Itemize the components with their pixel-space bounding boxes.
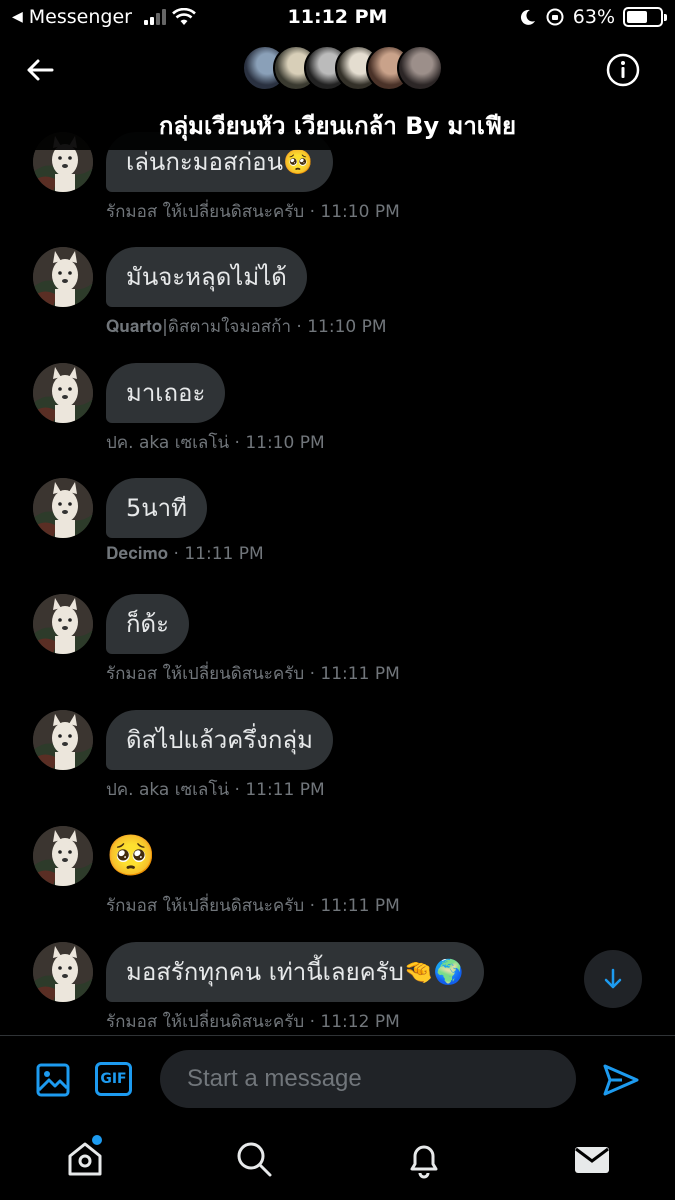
info-icon[interactable]	[605, 52, 641, 88]
sender-name: รักมอส ให้เปลี่ยนดิสนะครับ	[106, 664, 305, 684]
message-meta: 𝐃𝐞𝐜𝐢𝐦𝐨 · 11:11 PM	[106, 544, 264, 564]
sender-avatar[interactable]	[33, 478, 93, 538]
message-bubble[interactable]: มาเถอะ	[106, 363, 226, 423]
sender-avatar[interactable]	[33, 942, 93, 1002]
scroll-to-bottom-button[interactable]	[584, 950, 642, 1008]
meta-separator: ·	[229, 433, 246, 453]
sender-avatar[interactable]	[33, 710, 93, 770]
message-composer: GIF	[0, 1035, 675, 1125]
meta-separator: ·	[304, 896, 321, 916]
gif-button[interactable]: GIF	[95, 1062, 132, 1096]
message-time: 11:10 PM	[320, 202, 400, 222]
sender-name: ปค. aka เซเลโน่	[106, 780, 230, 800]
message-time: 11:10 PM	[307, 317, 387, 337]
home-notification-dot	[92, 1135, 102, 1145]
message-time: 11:12 PM	[320, 1012, 400, 1032]
sender-name: ปค. aka เซเลโน่	[106, 433, 230, 453]
meta-separator: ·	[304, 202, 321, 222]
conversation-title: กลุ่มเวียนหัว เวียนเกล้า By มาเฟีย	[158, 112, 517, 140]
message-time: 11:11 PM	[320, 664, 400, 684]
message-meta: ปค. aka เซเลโน่ · 11:10 PM	[106, 429, 325, 456]
message-meta: รักมอส ให้เปลี่ยนดิสนะครับ · 11:12 PM	[106, 1008, 400, 1035]
sender-name: รักมอส ให้เปลี่ยนดิสนะครับ	[106, 202, 305, 222]
sender-name: 𝐃𝐞𝐜𝐢𝐦𝐨	[106, 544, 169, 564]
message-bubble[interactable]: ดิสไปแล้วครึ่งกลุ่ม	[106, 710, 333, 770]
participant-avatar[interactable]	[397, 45, 443, 91]
message-meta: รักมอส ให้เปลี่ยนดิสนะครับ · 11:10 PM	[106, 198, 400, 225]
message-list[interactable]: เล่นกะมอสก่อน🥺 รักมอส ให้เปลี่ยนดิสนะครับ…	[0, 0, 675, 1035]
sender-name: 𝐐𝐮𝐚𝐫𝐭𝐨|ดิสตามใจมอสก้า	[106, 317, 292, 337]
message-meta: 𝐐𝐮𝐚𝐫𝐭𝐨|ดิสตามใจมอสก้า · 11:10 PM	[106, 313, 387, 340]
home-icon[interactable]	[65, 1139, 105, 1179]
sender-avatar[interactable]	[33, 594, 93, 654]
message-meta: ปค. aka เซเลโน่ · 11:11 PM	[106, 776, 325, 803]
sender-avatar[interactable]	[33, 247, 93, 307]
sender-name: รักมอส ให้เปลี่ยนดิสนะครับ	[106, 1012, 305, 1032]
message-meta: รักมอส ให้เปลี่ยนดิสนะครับ · 11:11 PM	[106, 660, 400, 687]
conversation-header: กลุ่มเวียนหัว เวียนเกล้า By มาเฟีย	[0, 36, 675, 150]
sender-avatar[interactable]	[33, 363, 93, 423]
send-icon[interactable]	[602, 1062, 640, 1098]
message-emoji[interactable]: 🥺	[106, 826, 156, 886]
meta-separator: ·	[229, 780, 246, 800]
image-icon[interactable]	[35, 1062, 71, 1098]
message-input[interactable]	[160, 1050, 576, 1108]
message-bubble[interactable]: 5นาที	[106, 478, 207, 538]
back-arrow-icon[interactable]	[22, 52, 58, 88]
sender-avatar[interactable]	[33, 826, 93, 886]
meta-separator: ·	[304, 664, 321, 684]
arrow-down-icon	[604, 968, 622, 989]
message-time: 11:11 PM	[245, 780, 325, 800]
participant-avatars[interactable]	[242, 45, 443, 91]
search-icon[interactable]	[234, 1139, 274, 1179]
message-time: 11:11 PM	[320, 896, 400, 916]
message-meta: รักมอส ให้เปลี่ยนดิสนะครับ · 11:11 PM	[106, 892, 400, 919]
message-time: 11:10 PM	[245, 433, 325, 453]
meta-separator: ·	[304, 1012, 321, 1032]
bottom-navigation	[0, 1125, 675, 1200]
message-bubble[interactable]: ก็ด้ะ	[106, 594, 190, 654]
bell-icon[interactable]	[404, 1139, 444, 1179]
message-time: 11:11 PM	[184, 544, 264, 564]
sender-name: รักมอส ให้เปลี่ยนดิสนะครับ	[106, 896, 305, 916]
message-bubble[interactable]: มอสรักทุกคน เท่านี้เลยครับ🤏🌍	[106, 942, 484, 1002]
meta-separator: ·	[168, 544, 185, 564]
message-bubble[interactable]: มันจะหลุดไม่ได้	[106, 247, 307, 307]
meta-separator: ·	[291, 317, 308, 337]
mail-icon[interactable]	[572, 1139, 612, 1179]
